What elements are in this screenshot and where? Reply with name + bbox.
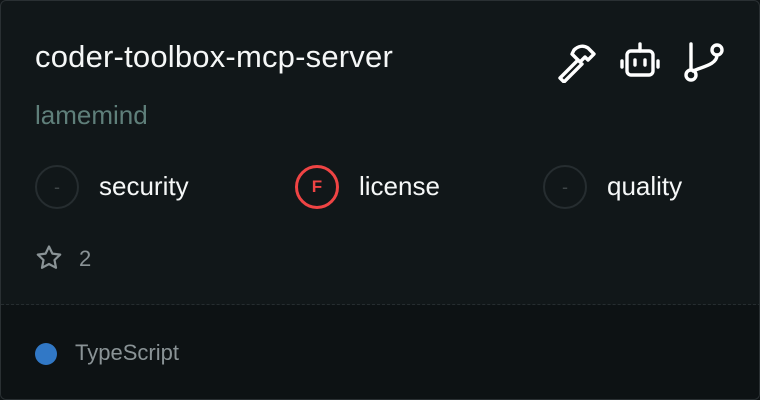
language-color-dot <box>35 343 57 365</box>
repo-card[interactable]: coder-toolbox-mcp-server lamemind - secu… <box>0 0 760 400</box>
card-footer: TypeScript <box>1 305 759 399</box>
license-grade-badge: F <box>295 165 339 209</box>
repo-owner[interactable]: lamemind <box>35 100 148 131</box>
robot-icon <box>619 41 661 83</box>
quality-grade-badge: - <box>543 165 587 209</box>
star-count: 2 <box>79 246 92 271</box>
git-branch-icon <box>683 41 725 83</box>
license-label: license <box>359 171 440 201</box>
hammer-icon <box>555 41 597 84</box>
star-icon <box>35 244 63 272</box>
score-row: - security F license - quality <box>1 165 759 213</box>
repo-title[interactable]: coder-toolbox-mcp-server <box>35 39 393 75</box>
language-name: TypeScript <box>75 340 179 365</box>
security-label: security <box>99 171 189 201</box>
security-grade-badge: - <box>35 165 79 209</box>
quality-label: quality <box>607 171 683 201</box>
